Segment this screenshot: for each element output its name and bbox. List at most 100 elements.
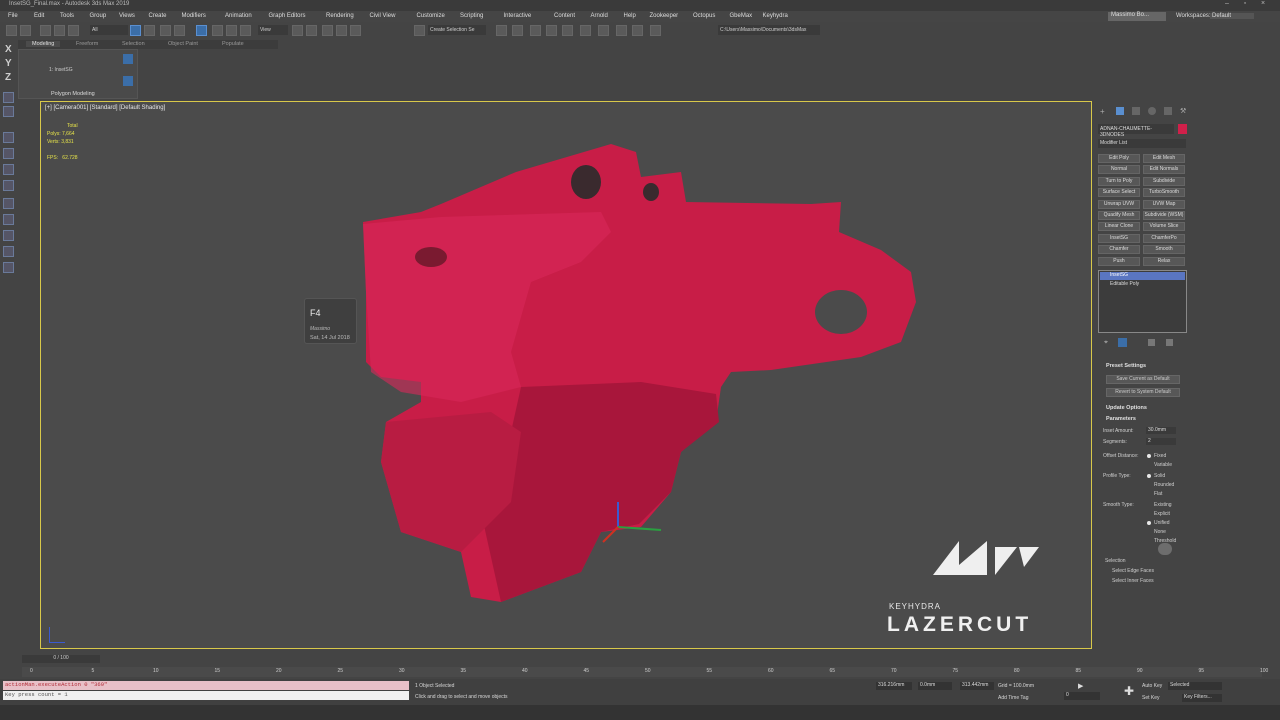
utilities-tab-icon[interactable]: ⚒ bbox=[1180, 107, 1188, 115]
menu-civil-view[interactable]: Civil View bbox=[370, 13, 396, 19]
axis-z-label[interactable]: Z bbox=[5, 72, 11, 83]
track-bar[interactable]: 0 5 10 15 20 25 30 35 40 45 50 55 60 65 70 75 80 85 90 95 10… bbox=[22, 667, 1268, 677]
pen-icon[interactable] bbox=[3, 148, 14, 159]
show-end-result-icon[interactable] bbox=[1118, 338, 1127, 347]
modifier-button-uvw-map[interactable]: UVW Map bbox=[1143, 199, 1185, 209]
maxscript-listener-line[interactable]: actionMan.executeAction 0 "369" bbox=[3, 681, 409, 690]
redo-icon[interactable] bbox=[20, 25, 31, 36]
modifier-button-push[interactable]: Push bbox=[1098, 256, 1140, 266]
menu-tools[interactable]: Tools bbox=[60, 13, 74, 19]
menu-animation[interactable]: Animation bbox=[225, 13, 252, 19]
smooth-unified-radio[interactable] bbox=[1147, 521, 1151, 525]
move-icon[interactable] bbox=[196, 25, 207, 36]
xy-plane-icon[interactable] bbox=[3, 92, 14, 103]
bind-icon[interactable] bbox=[68, 25, 79, 36]
modifier-button-quadify-mesh[interactable]: Quadify Mesh bbox=[1098, 211, 1140, 220]
modifier-button-turbosmooth[interactable]: TurboSmooth bbox=[1143, 188, 1185, 198]
render-cloud-icon[interactable] bbox=[650, 25, 661, 36]
modifier-button-chamfer[interactable]: Chamfer bbox=[1098, 245, 1140, 255]
edge-tool-icon[interactable] bbox=[3, 214, 14, 225]
modifier-stack[interactable]: InsetSG Editable Poly bbox=[1098, 270, 1187, 333]
smooth-explicit-label[interactable]: Explicit bbox=[1154, 511, 1170, 517]
window-cross-icon[interactable] bbox=[174, 25, 185, 36]
reference-coordinate-dropdown[interactable]: View bbox=[258, 25, 288, 35]
modifier-button-turn-to-poly[interactable]: Turn to Poly bbox=[1098, 176, 1140, 186]
selection-filter-dropdown[interactable]: All bbox=[90, 25, 128, 35]
menu-gbemax[interactable]: GbeMax bbox=[730, 13, 753, 19]
xz-plane-icon[interactable] bbox=[3, 106, 14, 117]
profile-flat-label[interactable]: Flat bbox=[1154, 491, 1162, 497]
key-filters-button[interactable]: Key Filters... bbox=[1182, 694, 1222, 702]
modifier-button-subdivide-wsm-[interactable]: Subdivide (WSM) bbox=[1143, 211, 1185, 220]
modifier-button-volume-slice[interactable]: Volume Slice bbox=[1143, 222, 1185, 232]
paint-icon[interactable] bbox=[3, 180, 14, 191]
ribbon-toggle2-icon[interactable] bbox=[123, 76, 133, 86]
select-icon[interactable] bbox=[130, 25, 141, 36]
undo-icon[interactable] bbox=[6, 25, 17, 36]
menu-keyhydra[interactable]: Keyhydra bbox=[763, 13, 788, 19]
rect-select-icon[interactable] bbox=[160, 25, 171, 36]
angle-snap-icon[interactable] bbox=[322, 25, 333, 36]
pct-snap-icon[interactable] bbox=[336, 25, 347, 36]
smooth-existing-label[interactable]: Existing bbox=[1154, 502, 1172, 508]
render-frame-icon[interactable] bbox=[616, 25, 627, 36]
user-account[interactable]: Massimo Bo... bbox=[1108, 12, 1166, 21]
layers-icon[interactable] bbox=[512, 25, 523, 36]
object-name-field[interactable]: ADNAN-CHAUMETTE-3DNODES bbox=[1098, 124, 1174, 138]
inset-amount-spinner[interactable]: 30.0mm bbox=[1146, 427, 1176, 434]
maxscript-input-line[interactable]: Key press count = 1 bbox=[3, 691, 409, 700]
face-tool-icon[interactable] bbox=[3, 230, 14, 241]
tab-freeform[interactable]: Freeform bbox=[76, 41, 98, 47]
smooth-none-label[interactable]: None bbox=[1154, 529, 1166, 535]
menu-customize[interactable]: Customize bbox=[417, 13, 445, 19]
axis-x-label[interactable]: X bbox=[5, 44, 12, 55]
modifier-button-surface-select[interactable]: Surface Select bbox=[1098, 188, 1140, 198]
select-edge-faces-checkbox[interactable]: Select Edge Faces bbox=[1112, 568, 1154, 574]
curve-icon[interactable] bbox=[546, 25, 557, 36]
workspace-dropdown[interactable]: Default bbox=[1210, 13, 1254, 19]
material-icon[interactable] bbox=[580, 25, 591, 36]
vertex-tool-icon[interactable] bbox=[3, 198, 14, 209]
snap-icon[interactable] bbox=[3, 132, 14, 143]
link-icon[interactable] bbox=[40, 25, 51, 36]
scale-icon[interactable] bbox=[226, 25, 237, 36]
scene-icon[interactable] bbox=[530, 25, 541, 36]
menu-group[interactable]: Group bbox=[90, 13, 107, 19]
close-icon[interactable]: × bbox=[1256, 0, 1270, 11]
pin-stack-icon[interactable]: ⌖ bbox=[1104, 339, 1112, 347]
make-unique-icon[interactable] bbox=[1148, 339, 1155, 346]
modifier-button-linear-clone[interactable]: Linear Clone bbox=[1098, 222, 1140, 232]
auto-key-button[interactable]: Auto Key bbox=[1142, 683, 1162, 689]
modifier-button-smooth[interactable]: Smooth bbox=[1143, 245, 1185, 255]
rotate-icon[interactable] bbox=[212, 25, 223, 36]
x-coordinate-field[interactable]: 316.216mm bbox=[876, 682, 912, 690]
axis-y-label[interactable]: Y bbox=[5, 58, 12, 69]
current-frame-field[interactable]: 0 bbox=[1064, 692, 1100, 700]
motion-tab-icon[interactable] bbox=[1148, 107, 1156, 115]
snap-icon[interactable] bbox=[306, 25, 317, 36]
transform-tool-icon[interactable] bbox=[3, 262, 14, 273]
menu-zookeeper[interactable]: Zookeeper bbox=[650, 13, 679, 19]
revert-default-button[interactable]: Revert to System Default bbox=[1106, 388, 1180, 397]
profile-rounded-label[interactable]: Rounded bbox=[1154, 482, 1174, 488]
maximize-icon[interactable]: ▫ bbox=[1238, 0, 1252, 11]
profile-solid-radio[interactable] bbox=[1147, 474, 1151, 478]
menu-create[interactable]: Create bbox=[149, 13, 167, 19]
modifier-button-insetsg[interactable]: InsetSG bbox=[1098, 233, 1140, 243]
menu-help[interactable]: Help bbox=[624, 13, 636, 19]
minimize-icon[interactable]: – bbox=[1220, 0, 1234, 11]
object-color-swatch[interactable] bbox=[1178, 124, 1187, 134]
modifier-button-edit-mesh[interactable]: Edit Mesh bbox=[1143, 154, 1185, 163]
segments-spinner[interactable]: 2 bbox=[1146, 438, 1176, 445]
schematic-icon[interactable] bbox=[562, 25, 573, 36]
project-path-field[interactable]: C:\Users\Massimo\Documents\3dsMax bbox=[718, 25, 820, 35]
modifier-button-normal[interactable]: Normal bbox=[1098, 165, 1140, 175]
y-coordinate-field[interactable]: 0.0mm bbox=[918, 682, 952, 690]
render-icon[interactable] bbox=[632, 25, 643, 36]
modifier-button-subdivide[interactable]: Subdivide bbox=[1143, 176, 1185, 186]
offset-variable-label[interactable]: Variable bbox=[1154, 462, 1172, 468]
menu-rendering[interactable]: Rendering bbox=[326, 13, 354, 19]
spinner-snap-icon[interactable] bbox=[350, 25, 361, 36]
mirror-icon[interactable] bbox=[414, 25, 425, 36]
menu-arnold[interactable]: Arnold bbox=[591, 13, 608, 19]
